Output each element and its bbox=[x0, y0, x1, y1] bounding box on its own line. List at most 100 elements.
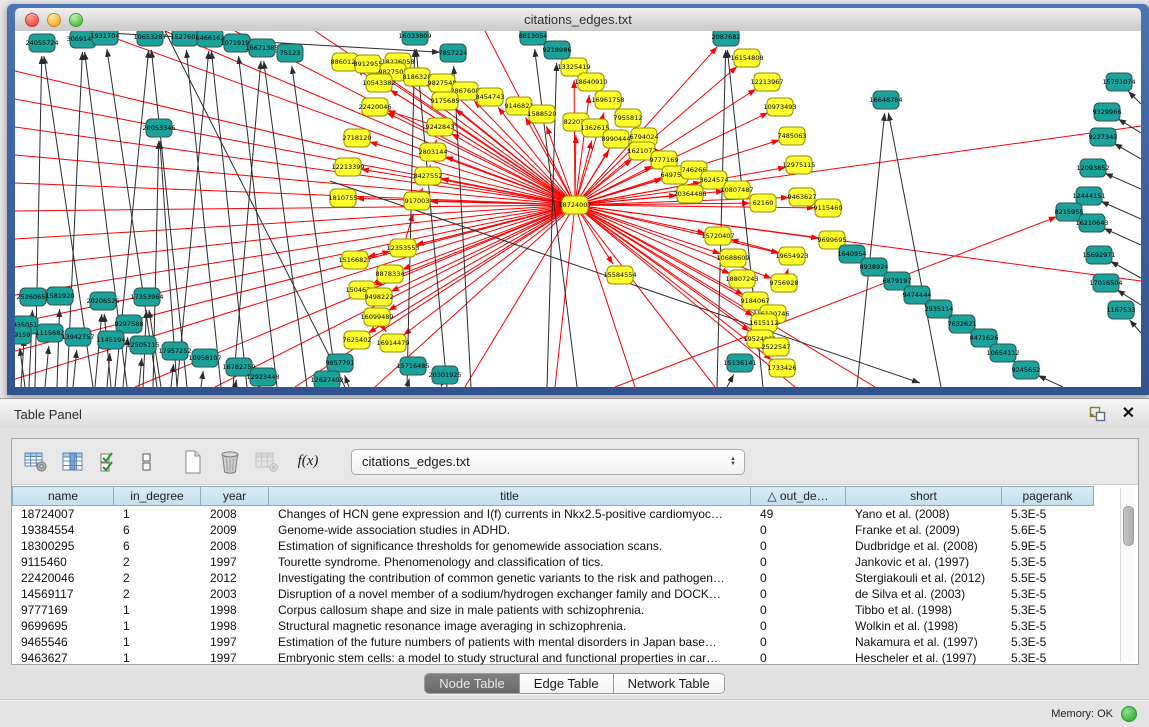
graph-node[interactable]: 9175685 bbox=[431, 92, 460, 110]
graph-node[interactable]: 1581920 bbox=[46, 287, 75, 305]
graph-node[interactable]: 10688609 bbox=[716, 249, 749, 267]
column-chooser-icon[interactable] bbox=[60, 449, 86, 475]
table-row[interactable]: 969969511998Structural magnetic resonanc… bbox=[12, 618, 1094, 634]
graph-node[interactable]: 10543382 bbox=[362, 74, 395, 92]
graph-node[interactable]: 12627402 bbox=[310, 371, 343, 387]
graph-node[interactable]: 1810755 bbox=[329, 189, 358, 207]
graph-node[interactable]: 7625402 bbox=[343, 331, 372, 349]
graph-node[interactable]: 10654112 bbox=[986, 344, 1019, 362]
tab-edge-table[interactable]: Edge Table bbox=[519, 674, 613, 693]
graph-node[interactable]: 15716485 bbox=[396, 357, 429, 375]
table-source-select[interactable]: citations_edges.txt ▲▼ bbox=[351, 449, 745, 475]
network-window-titlebar[interactable]: citations_edges.txt bbox=[15, 8, 1141, 32]
graph-node[interactable]: 9463627 bbox=[788, 188, 817, 206]
graph-node[interactable]: 20301925 bbox=[428, 366, 461, 384]
graph-hub-node[interactable]: 18724007 bbox=[558, 196, 591, 214]
graph-node[interactable]: 17353964 bbox=[130, 288, 163, 306]
graph-node[interactable]: 22420046 bbox=[358, 98, 391, 116]
graph-node[interactable]: 1733426 bbox=[768, 359, 797, 377]
graph-node[interactable]: 9245652 bbox=[1012, 361, 1041, 379]
network-canvas[interactable]: 1872400788601238912955182260589827503818… bbox=[15, 31, 1141, 387]
trash-icon[interactable] bbox=[217, 449, 243, 475]
table-row[interactable]: 946554611997Estimation of the future num… bbox=[12, 634, 1094, 650]
graph-node[interactable]: 17016504 bbox=[1089, 274, 1122, 292]
graph-node[interactable]: 7857224 bbox=[439, 44, 468, 62]
graph-node[interactable]: 1167533 bbox=[1107, 301, 1136, 319]
graph-node[interactable]: 8990444 bbox=[602, 130, 631, 148]
graph-node[interactable]: 18640910 bbox=[574, 73, 607, 91]
graph-node[interactable]: 917003 bbox=[404, 192, 430, 210]
graph-node[interactable]: 8938924 bbox=[860, 258, 889, 276]
graph-node[interactable]: 8878334 bbox=[376, 265, 405, 283]
memory-status-indicator[interactable] bbox=[1121, 706, 1137, 722]
table-row[interactable]: 2242004622012Investigating the contribut… bbox=[12, 570, 1094, 586]
graph-node[interactable]: 16210643 bbox=[1075, 214, 1108, 232]
graph-node[interactable]: 1588520 bbox=[528, 105, 557, 123]
table-row[interactable]: 977716911998Corpus callosum shape and si… bbox=[12, 602, 1094, 618]
graph-node[interactable]: 9227343 bbox=[1089, 128, 1118, 146]
graph-node[interactable]: 12505115 bbox=[126, 336, 159, 354]
graph-node[interactable]: 20053346 bbox=[142, 119, 175, 137]
tab-node-table[interactable]: Node Table bbox=[425, 674, 519, 693]
graph-node[interactable]: 15720407 bbox=[701, 227, 734, 245]
graph-node[interactable]: 9857791 bbox=[326, 354, 355, 372]
column-header-out_de[interactable]: △ out_de… bbox=[751, 486, 846, 506]
graph-node[interactable]: 10807487 bbox=[720, 181, 753, 199]
graph-node[interactable]: 12213399 bbox=[331, 158, 364, 176]
graph-node[interactable]: 9498222 bbox=[365, 288, 394, 306]
close-panel-icon[interactable]: ✕ bbox=[1122, 406, 1135, 422]
table-row[interactable]: 946362711997Embryonic stem cells: a mode… bbox=[12, 650, 1094, 666]
graph-node[interactable]: 7485063 bbox=[778, 127, 807, 145]
graph-node[interactable]: 12444151 bbox=[1072, 187, 1105, 205]
column-header-year[interactable]: year bbox=[201, 486, 269, 506]
graph-node[interactable]: 12093852 bbox=[1076, 159, 1109, 177]
graph-node[interactable]: 20206526 bbox=[86, 292, 119, 310]
graph-node[interactable]: 1115682 bbox=[36, 324, 65, 342]
graph-node[interactable]: 15166827 bbox=[338, 251, 371, 269]
graph-node[interactable]: 939159 bbox=[15, 326, 31, 344]
table-row[interactable]: 911546021997Tourette syndrome. Phenomeno… bbox=[12, 554, 1094, 570]
scrollbar-thumb[interactable] bbox=[1123, 506, 1134, 546]
graph-node[interactable]: 1615112 bbox=[750, 314, 779, 332]
table-row[interactable]: 1456911722003Disruption of a novel membe… bbox=[12, 586, 1094, 602]
column-header-name[interactable]: name bbox=[12, 486, 114, 506]
column-header-pagerank[interactable]: pagerank bbox=[1002, 486, 1094, 506]
graph-node[interactable]: 1931704 bbox=[91, 31, 120, 45]
graph-node[interactable]: 15584554 bbox=[603, 266, 636, 284]
graph-node[interactable]: 9329966 bbox=[1093, 103, 1122, 121]
graph-node[interactable]: 8813054 bbox=[519, 31, 548, 45]
rows-icon[interactable] bbox=[134, 449, 160, 475]
graph-node[interactable]: 10653287 bbox=[133, 31, 166, 46]
graph-node[interactable]: 15751074 bbox=[1102, 73, 1135, 91]
graph-node[interactable]: 10958107 bbox=[188, 349, 221, 367]
graph-node[interactable]: 10973493 bbox=[763, 98, 796, 116]
graph-node[interactable]: 16033809 bbox=[398, 31, 431, 45]
table-settings-icon[interactable] bbox=[23, 449, 49, 475]
graph-node[interactable]: 2718120 bbox=[343, 129, 372, 147]
graph-node[interactable]: 15136141 bbox=[723, 354, 756, 372]
function-builder-icon[interactable]: f(x) bbox=[291, 449, 325, 475]
float-panel-icon[interactable] bbox=[1089, 406, 1106, 422]
graph-node[interactable]: 9242843 bbox=[426, 118, 455, 136]
graph-node[interactable]: 16671385 bbox=[245, 39, 278, 57]
graph-node[interactable]: 24055724 bbox=[25, 34, 58, 52]
graph-node[interactable]: 2522547 bbox=[762, 338, 791, 356]
graph-node[interactable]: 16099489 bbox=[360, 308, 393, 326]
tab-network-table[interactable]: Network Table bbox=[613, 674, 724, 693]
graph-node[interactable]: 9756928 bbox=[770, 274, 799, 292]
delete-table-icon[interactable] bbox=[254, 449, 280, 475]
graph-node[interactable]: 19654923 bbox=[775, 247, 808, 265]
graph-node[interactable]: 9297588 bbox=[115, 315, 144, 333]
graph-node[interactable]: 2087682 bbox=[712, 31, 741, 46]
column-header-in_degree[interactable]: in_degree bbox=[114, 486, 201, 506]
graph-node[interactable]: 9115460 bbox=[814, 199, 843, 217]
row-check-icon[interactable] bbox=[97, 449, 123, 475]
graph-node[interactable]: 16961758 bbox=[591, 91, 624, 109]
graph-node[interactable]: 8454743 bbox=[476, 88, 505, 106]
graph-node[interactable]: 12213967 bbox=[750, 73, 783, 91]
new-document-icon[interactable] bbox=[180, 449, 206, 475]
graph-node[interactable]: 16914479 bbox=[376, 334, 409, 352]
graph-node[interactable]: 12353553 bbox=[386, 239, 419, 257]
graph-node[interactable]: 18807243 bbox=[725, 270, 758, 288]
graph-node[interactable]: 12923448 bbox=[246, 368, 279, 386]
